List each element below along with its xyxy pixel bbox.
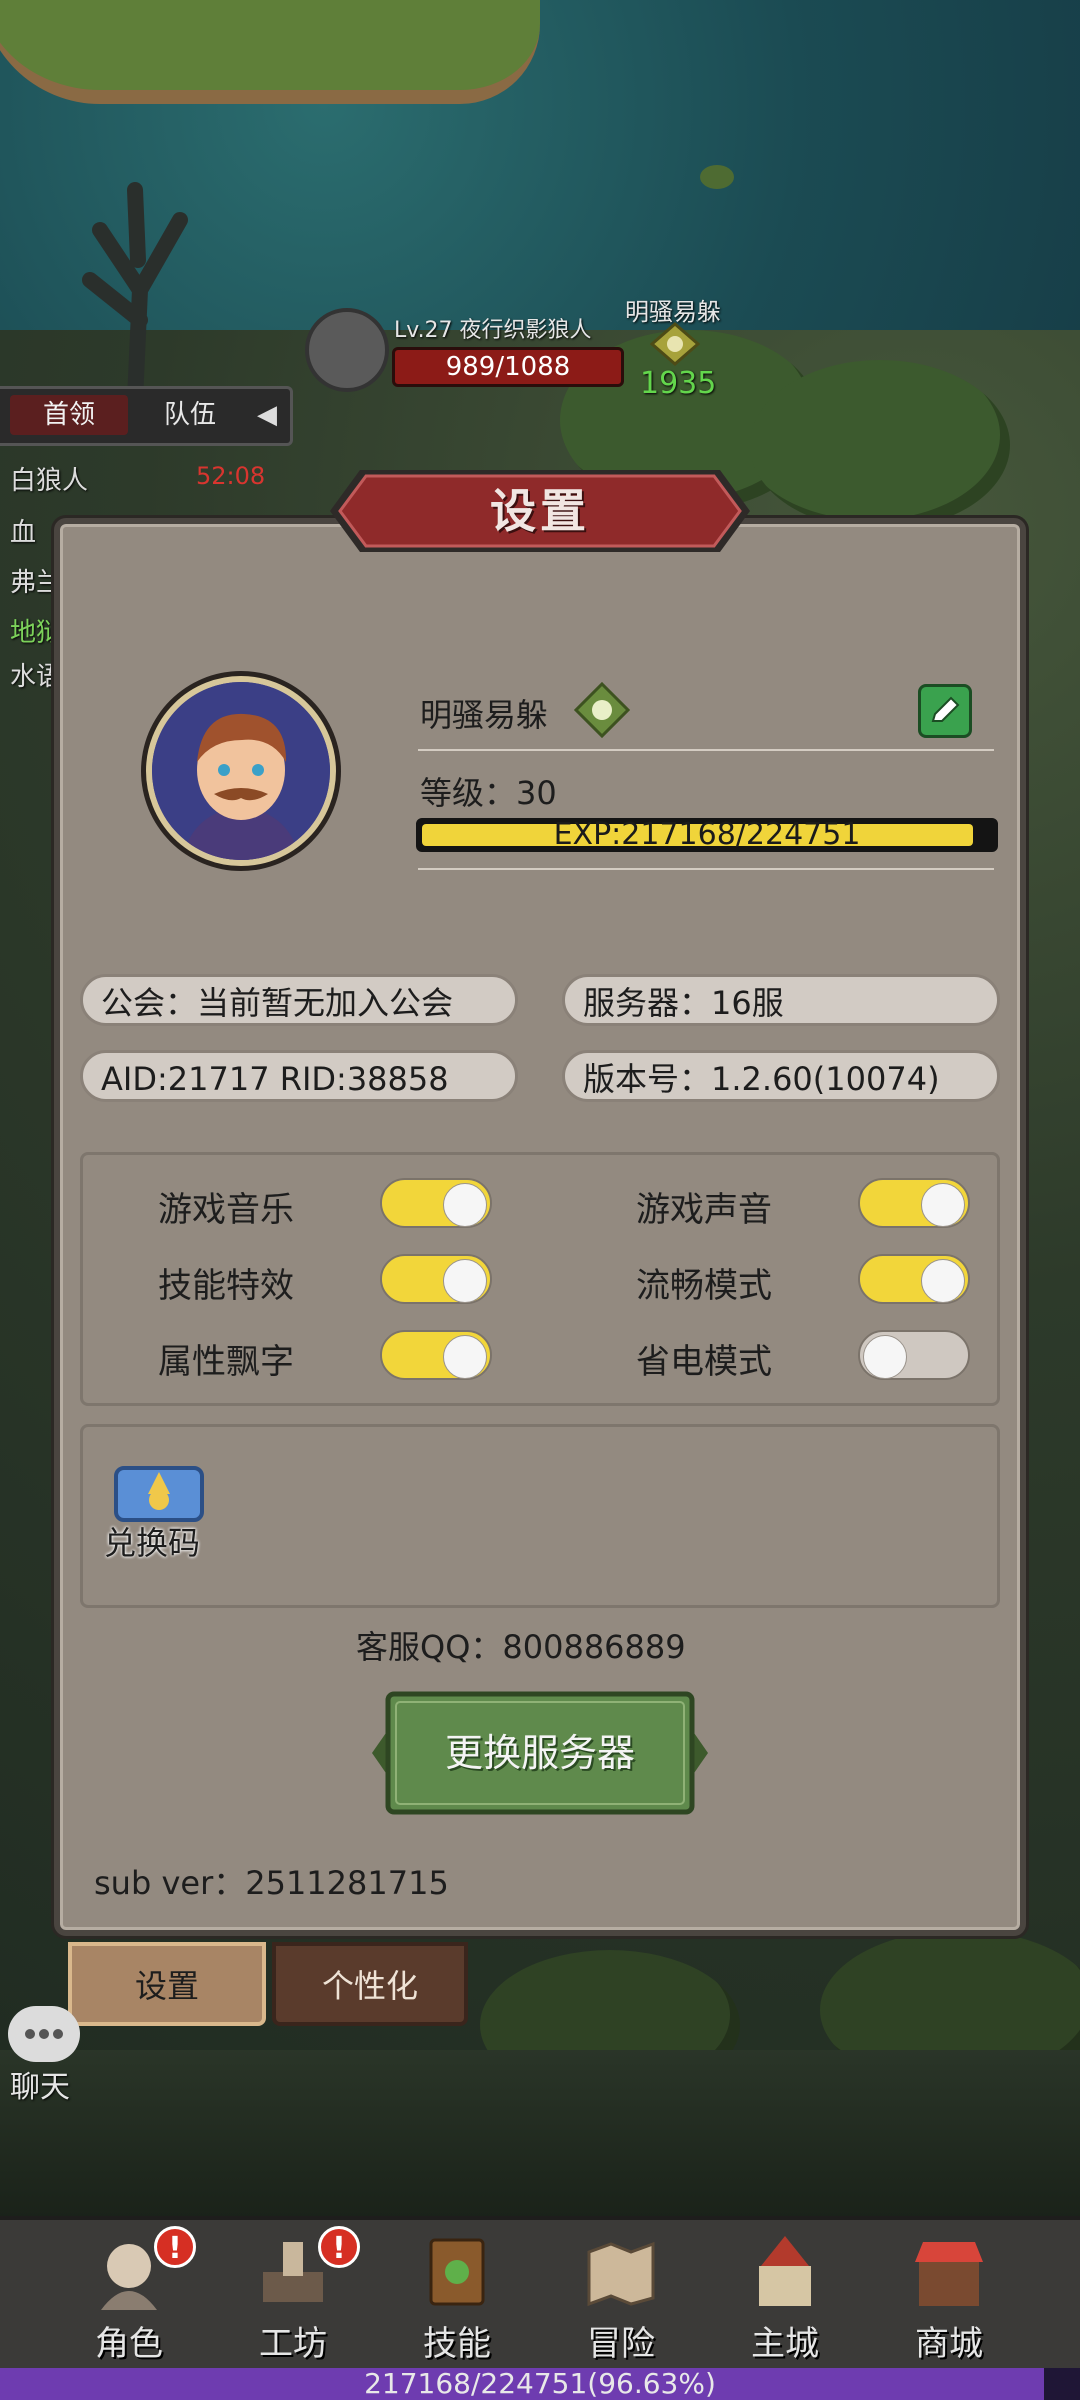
sub-version: sub ver：2511281715 <box>94 1864 449 1902</box>
player-avatar[interactable] <box>146 676 336 866</box>
alert-badge: ! <box>318 2226 360 2268</box>
switch-knob <box>921 1259 965 1303</box>
boss-timer: 52:08 <box>196 462 266 490</box>
player-name: 明骚易躲 <box>420 696 549 734</box>
skill-book-icon <box>429 2238 485 2306</box>
nav-skills[interactable]: 技能 <box>382 2226 532 2366</box>
profile-divider <box>418 749 994 751</box>
nav-adventure[interactable]: 冒险 <box>546 2226 696 2366</box>
nav-label: 主城 <box>751 2324 819 2364</box>
player-level: 等级：30 <box>420 774 557 812</box>
toggle-smooth-mode[interactable] <box>858 1254 970 1304</box>
account-ids: AID:21717 RID:38858 <box>80 1050 518 1102</box>
experience-progress-text: 217168/224751(96.63%) <box>364 2367 716 2400</box>
toggle-label-smooth-mode: 流畅模式 <box>636 1266 772 1306</box>
switch-knob <box>921 1183 965 1227</box>
version-info: 版本号：1.2.60(10074) <box>562 1050 1000 1102</box>
enemy-hp-bar: 989/1088 <box>392 347 624 387</box>
pencil-icon <box>931 696 960 722</box>
toggle-label-sound: 游戏声音 <box>636 1190 772 1230</box>
toggle-floating-text[interactable] <box>380 1330 492 1380</box>
nav-shop[interactable]: 商城 <box>874 2226 1024 2366</box>
switch-knob <box>443 1183 487 1227</box>
nav-workshop[interactable]: ! 工坊 <box>218 2226 368 2366</box>
tab-settings[interactable]: 设置 <box>68 1942 266 2026</box>
feature-section <box>80 1424 1000 1608</box>
ally-score: 1935 <box>640 366 717 401</box>
switch-knob <box>863 1335 907 1379</box>
guild-rank-badge-icon <box>574 682 630 738</box>
collapse-arrow-icon[interactable]: ◀ <box>252 395 282 435</box>
nav-label: 冒险 <box>587 2324 655 2364</box>
nav-label: 商城 <box>915 2324 983 2364</box>
boss-team-tabs: 首领 队伍 ◀ <box>0 386 293 446</box>
toggle-music[interactable] <box>380 1178 492 1228</box>
tab-boss[interactable]: 首领 <box>10 395 128 435</box>
enemy-name: Lv.27 夜行织影狼人 <box>394 318 592 343</box>
experience-progress-bar: 217168/224751(96.63%) <box>0 2368 1080 2400</box>
tab-team[interactable]: 队伍 <box>140 395 240 435</box>
alert-badge: ! <box>154 2226 196 2268</box>
nav-label: 技能 <box>423 2324 491 2364</box>
switch-knob <box>443 1259 487 1303</box>
toggle-sound[interactable] <box>858 1178 970 1228</box>
portrait-icon <box>152 682 330 860</box>
adventure-map-icon <box>587 2241 655 2307</box>
toggle-label-music: 游戏音乐 <box>158 1190 294 1230</box>
toggle-label-skill-effects: 技能特效 <box>158 1266 294 1306</box>
guild-emblem-icon <box>650 322 700 366</box>
chat-label[interactable]: 聊天 <box>10 2062 70 2106</box>
switch-knob <box>443 1335 487 1379</box>
server-info: 服务器：16服 <box>562 974 1000 1026</box>
profile-divider <box>418 868 994 870</box>
toggle-skill-effects[interactable] <box>380 1254 492 1304</box>
toggle-label-power-saving: 省电模式 <box>636 1342 772 1382</box>
redeem-code-label[interactable]: 兑换码 <box>104 1518 200 1564</box>
redeem-code-icon[interactable] <box>110 1460 208 1524</box>
shop-icon <box>915 2242 983 2306</box>
ground-background <box>0 2050 1080 2220</box>
nav-label: 角色 <box>95 2324 163 2364</box>
edit-name-button[interactable] <box>918 684 972 738</box>
tree-decoration <box>750 360 1010 530</box>
switch-server-label[interactable]: 更换服务器 <box>372 1690 708 1816</box>
side-list-item[interactable]: 血 <box>10 512 36 549</box>
islet-background <box>700 165 734 189</box>
exp-text: EXP:217168/224751 <box>553 817 861 852</box>
island-background <box>0 0 540 104</box>
settings-title: 设置 <box>490 484 590 538</box>
chat-dots-icon <box>25 2029 63 2039</box>
toggle-power-saving[interactable] <box>858 1330 970 1380</box>
dead-tree-decoration <box>82 182 188 400</box>
chat-icon[interactable] <box>8 2006 80 2062</box>
customer-service-qq: 客服QQ：800886889 <box>356 1628 686 1666</box>
guild-info: 公会：当前暂无加入公会 <box>80 974 518 1026</box>
nav-label: 工坊 <box>259 2324 327 2364</box>
castle-icon <box>759 2236 811 2306</box>
nav-main-city[interactable]: 主城 <box>710 2226 860 2366</box>
enemy-avatar[interactable] <box>305 308 389 392</box>
side-list-item[interactable]: 白狼人 <box>10 460 88 497</box>
nav-character[interactable]: ! 角色 <box>54 2226 204 2366</box>
toggle-label-floating-text: 属性飘字 <box>158 1342 294 1382</box>
tab-personalize[interactable]: 个性化 <box>272 1942 468 2026</box>
